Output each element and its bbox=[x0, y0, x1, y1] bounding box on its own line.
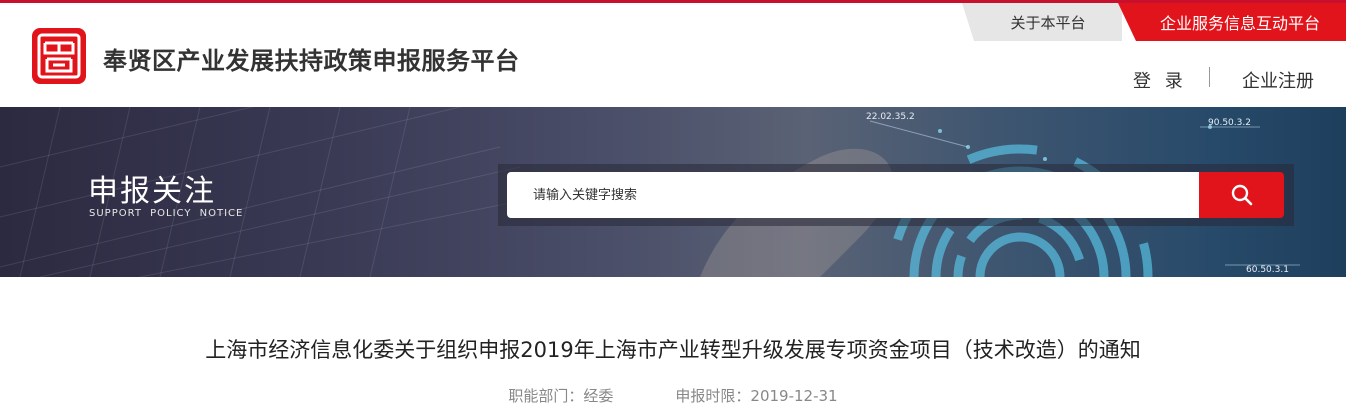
search-button[interactable] bbox=[1199, 172, 1284, 218]
decor-label-3: 60.50.3.1 bbox=[1246, 265, 1289, 275]
tab-enterprise-platform[interactable]: 企业服务信息互动平台 bbox=[1118, 3, 1346, 41]
banner-title: 申报关注 bbox=[88, 174, 216, 209]
login-link[interactable]: 登 录 bbox=[1133, 67, 1187, 93]
banner-subtitle: SUPPORT POLICY NOTICE bbox=[89, 208, 244, 219]
article-title: 上海市经济信息化委关于组织申报2019年上海市产业转型升级发展专项资金项目（技术… bbox=[205, 338, 1141, 362]
article-meta: 职能部门：经委 申报时限：2019-12-31 bbox=[0, 385, 1346, 406]
search-icon bbox=[1231, 184, 1252, 206]
decor-label-2: 90.50.3.2 bbox=[1208, 118, 1251, 128]
department-label: 职能部门： bbox=[508, 387, 584, 405]
auth-divider bbox=[1209, 67, 1210, 87]
deadline-value: 2019-12-31 bbox=[750, 387, 838, 405]
site-header: 奉贤区产业发展扶持政策申报服务平台 关于本平台 企业服务信息互动平台 登 录 企… bbox=[0, 3, 1346, 107]
seal-logo-icon[interactable] bbox=[32, 28, 86, 84]
tab-about-platform[interactable]: 关于本平台 bbox=[962, 3, 1122, 41]
decor-label-1: 22.02.35.2 bbox=[866, 112, 915, 122]
site-title[interactable]: 奉贤区产业发展扶持政策申报服务平台 bbox=[103, 41, 520, 76]
register-link[interactable]: 企业注册 bbox=[1242, 67, 1314, 93]
search-input[interactable] bbox=[507, 172, 1201, 218]
department-value: 经委 bbox=[583, 387, 614, 405]
deadline-label: 申报时限： bbox=[675, 387, 751, 405]
